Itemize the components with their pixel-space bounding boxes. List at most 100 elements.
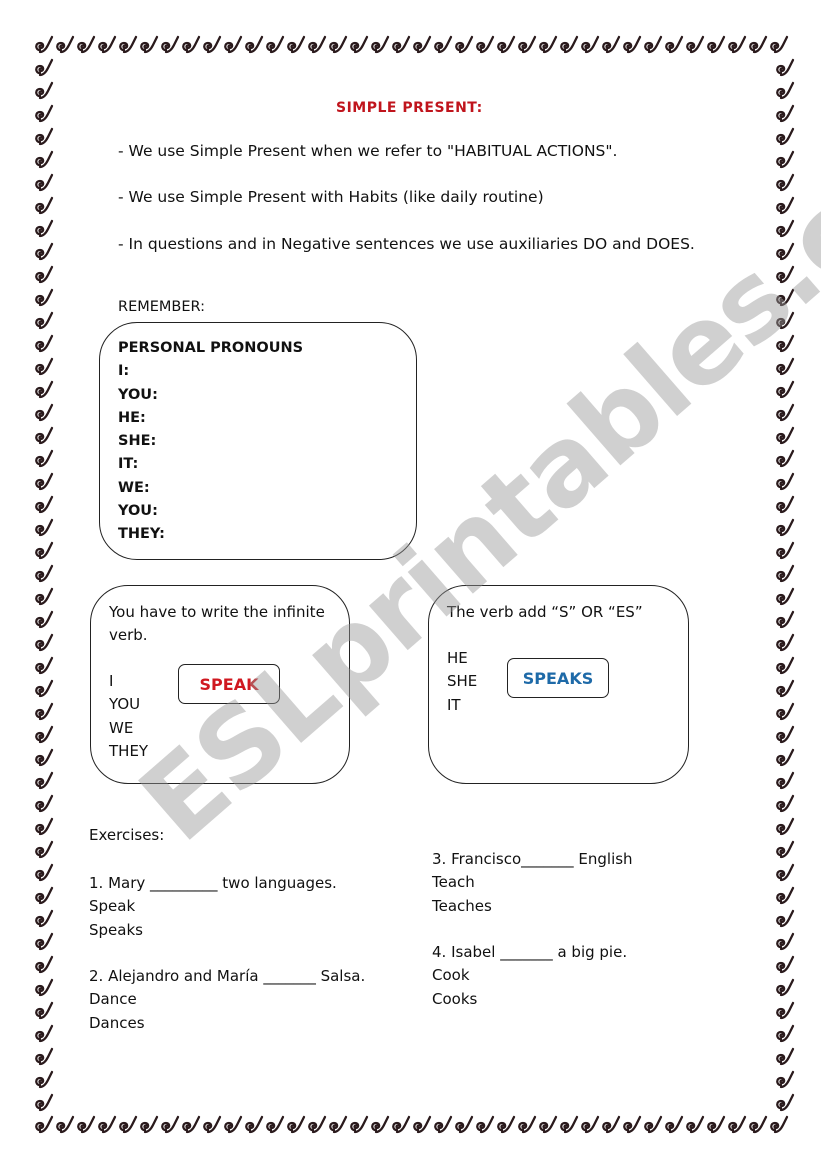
- swirl-icon: [98, 35, 117, 54]
- swirl-icon: [35, 1115, 54, 1134]
- swirl-icon: [35, 1024, 54, 1043]
- swirl-icon: [476, 1115, 495, 1134]
- swirl-icon: [35, 748, 54, 767]
- right-border: [774, 56, 795, 1114]
- swirl-icon: [35, 104, 54, 123]
- swirl-icon: [371, 35, 390, 54]
- swirl-icon: [119, 1115, 138, 1134]
- swirl-icon: [35, 725, 54, 744]
- exercise-option: Teach: [432, 873, 475, 892]
- swirl-icon: [392, 35, 411, 54]
- exercise-option: Cooks: [432, 989, 478, 1008]
- swirl-icon: [35, 449, 54, 468]
- swirl-icon: [350, 1115, 369, 1134]
- swirl-icon: [518, 1115, 537, 1134]
- exercise-4: 4. Isabel _______ a big pie. Cook Cooks: [432, 941, 627, 1011]
- swirl-icon: [776, 81, 795, 100]
- swirl-icon: [35, 81, 54, 100]
- rule-habitual-actions: - We use Simple Present when we refer to…: [118, 142, 618, 160]
- swirl-icon: [35, 610, 54, 629]
- swirl-icon: [434, 35, 453, 54]
- swirl-icon: [728, 1115, 747, 1134]
- swirl-icon: [776, 403, 795, 422]
- personal-pronouns-box: PERSONAL PRONOUNS I: YOU: HE: SHE: IT: W…: [99, 322, 417, 560]
- subject-item: I: [109, 672, 114, 690]
- swirl-icon: [35, 794, 54, 813]
- swirl-icon: [518, 35, 537, 54]
- swirl-icon: [770, 1115, 789, 1134]
- infinitive-verb-box: You have to write the infinite verb. I Y…: [90, 585, 350, 784]
- swirl-icon: [497, 35, 516, 54]
- swirl-icon: [35, 265, 54, 284]
- swirl-icon: [776, 265, 795, 284]
- swirl-icon: [686, 1115, 705, 1134]
- swirl-icon: [35, 840, 54, 859]
- swirl-icon: [707, 1115, 726, 1134]
- swirl-icon: [776, 288, 795, 307]
- swirl-icon: [287, 1115, 306, 1134]
- swirl-icon: [161, 35, 180, 54]
- swirl-icon: [776, 817, 795, 836]
- exercise-options: Teach Teaches: [432, 871, 633, 918]
- swirl-icon: [35, 219, 54, 238]
- swirl-icon: [119, 35, 138, 54]
- pronoun-item: HE:: [118, 409, 146, 426]
- swirl-icon: [539, 35, 558, 54]
- swirl-icon: [266, 1115, 285, 1134]
- pronoun-item: THEY:: [118, 526, 165, 543]
- exercise-option: Teaches: [432, 896, 492, 915]
- swirl-icon: [35, 771, 54, 790]
- exercise-option: Speaks: [89, 920, 143, 939]
- swirl-icon: [497, 1115, 516, 1134]
- swirl-icon: [182, 35, 201, 54]
- swirl-icon: [266, 35, 285, 54]
- verb-speak-label: SPEAK: [178, 664, 280, 704]
- exercise-options: Speak Speaks: [89, 895, 337, 942]
- third-person-verb-box: The verb add “S” OR “ES” HE SHE IT SPEAK…: [428, 585, 689, 784]
- swirl-icon: [434, 1115, 453, 1134]
- swirl-icon: [644, 35, 663, 54]
- swirl-icon: [308, 35, 327, 54]
- pronoun-item: YOU:: [118, 386, 158, 403]
- swirl-icon: [455, 35, 474, 54]
- exercise-sentence: 1. Mary _________ two languages.: [89, 874, 337, 892]
- swirl-icon: [35, 334, 54, 353]
- swirl-icon: [413, 1115, 432, 1134]
- bottom-border: [33, 1113, 789, 1136]
- swirl-icon: [329, 35, 348, 54]
- swirl-icon: [776, 219, 795, 238]
- swirl-icon: [749, 1115, 768, 1134]
- swirl-icon: [776, 311, 795, 330]
- swirl-icon: [686, 35, 705, 54]
- swirl-icon: [776, 58, 795, 77]
- swirl-icon: [35, 1001, 54, 1020]
- swirl-icon: [455, 1115, 474, 1134]
- swirl-icon: [776, 955, 795, 974]
- swirl-icon: [776, 242, 795, 261]
- swirl-icon: [224, 35, 243, 54]
- subject-item: IT: [447, 695, 461, 714]
- swirl-icon: [35, 679, 54, 698]
- pronoun-item: I:: [118, 363, 130, 380]
- swirl-icon: [35, 288, 54, 307]
- swirl-icon: [287, 35, 306, 54]
- swirl-icon: [371, 1115, 390, 1134]
- swirl-icon: [35, 311, 54, 330]
- swirl-icon: [776, 1024, 795, 1043]
- swirl-icon: [776, 127, 795, 146]
- swirl-icon: [35, 633, 54, 652]
- swirl-icon: [182, 1115, 201, 1134]
- pronoun-item: IT:: [118, 456, 139, 473]
- swirl-icon: [35, 403, 54, 422]
- swirl-icon: [776, 334, 795, 353]
- pronoun-item: YOU:: [118, 503, 158, 520]
- exercise-option: Speak: [89, 897, 136, 916]
- swirl-icon: [35, 909, 54, 928]
- swirl-icon: [35, 426, 54, 445]
- swirl-icon: [245, 1115, 264, 1134]
- swirl-icon: [35, 932, 54, 951]
- swirl-icon: [602, 1115, 621, 1134]
- exercise-option: Cook: [432, 966, 470, 985]
- swirl-icon: [776, 771, 795, 790]
- exercise-1: 1. Mary _________ two languages. Speak S…: [89, 872, 337, 942]
